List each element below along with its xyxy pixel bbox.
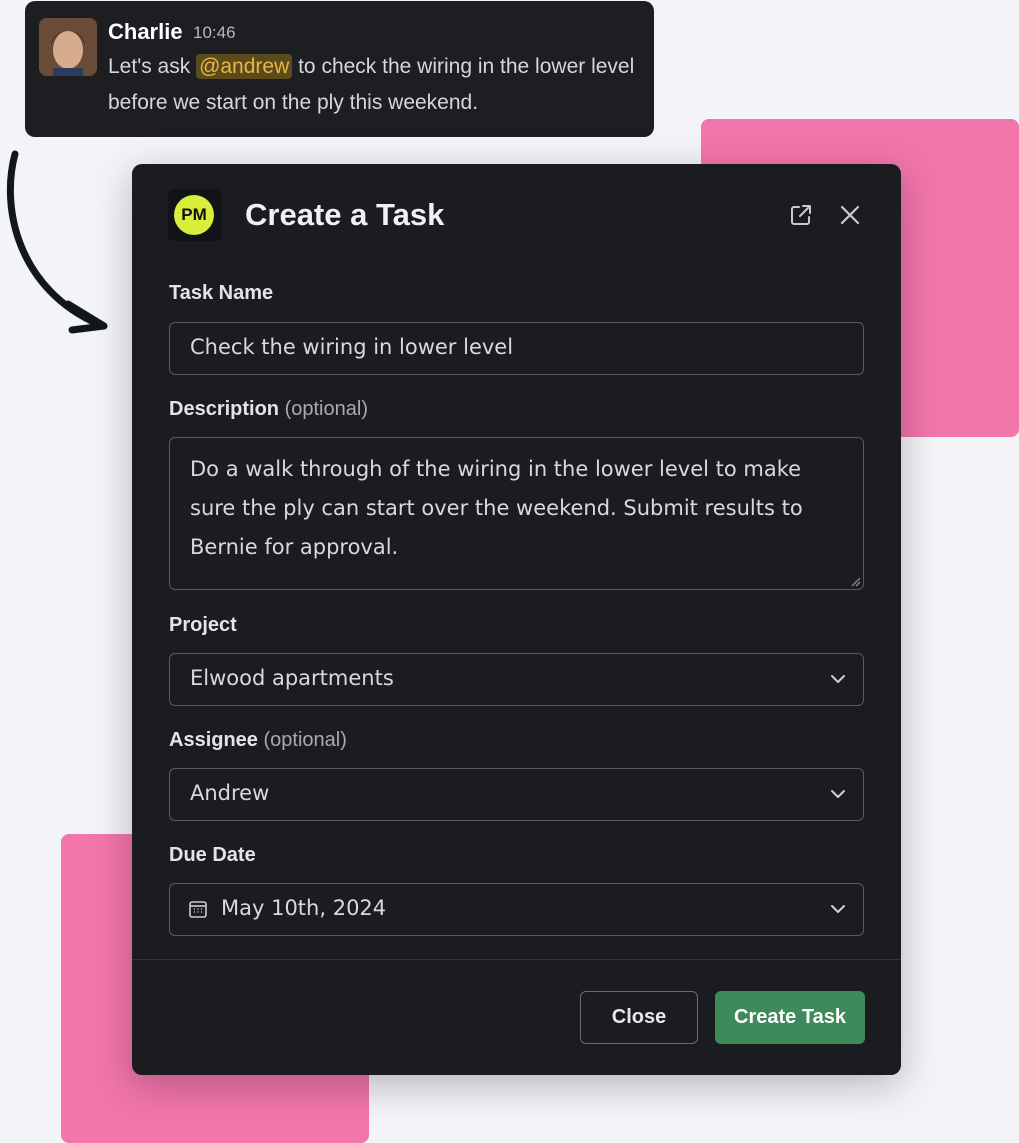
project-select[interactable]: Elwood apartments [169, 653, 864, 706]
message-author[interactable]: Charlie [108, 19, 183, 45]
curved-arrow-icon [6, 150, 108, 334]
task-name-value: Check the wiring in lower level [190, 335, 514, 359]
close-button[interactable]: Close [580, 991, 698, 1044]
assignee-value: Andrew [190, 781, 270, 805]
description-value: Do a walk through of the wiring in the l… [190, 457, 803, 559]
message-text: Let's ask @andrew to check the wiring in… [108, 49, 648, 121]
app-logo: PM [168, 189, 222, 241]
footer-divider [132, 959, 901, 960]
message-timestamp: 10:46 [193, 23, 236, 42]
due-date-picker[interactable]: May 10th, 2024 [169, 883, 864, 936]
due-date-label: Due Date [169, 844, 256, 866]
chevron-down-icon [831, 675, 845, 683]
calendar-icon [189, 901, 207, 918]
assignee-optional-hint: (optional) [263, 729, 347, 751]
description-optional-hint: (optional) [284, 398, 368, 420]
task-name-input[interactable]: Check the wiring in lower level [169, 322, 864, 375]
assignee-select[interactable]: Andrew [169, 768, 864, 821]
description-label-text: Description [169, 398, 280, 420]
assignee-label: Assignee (optional) [169, 729, 347, 752]
avatar-portrait-icon [39, 18, 97, 76]
app-logo-badge: PM [174, 195, 214, 235]
assignee-label-text: Assignee [169, 729, 258, 751]
project-label: Project [169, 614, 237, 636]
task-name-label: Task Name [169, 282, 274, 304]
external-link-icon[interactable] [788, 202, 814, 228]
chevron-down-icon [831, 790, 845, 798]
user-mention[interactable]: @andrew [196, 54, 293, 79]
due-date-value: May 10th, 2024 [221, 896, 387, 920]
resize-handle-icon[interactable] [849, 575, 861, 587]
description-label: Description (optional) [169, 398, 368, 421]
project-value: Elwood apartments [190, 666, 394, 690]
close-icon[interactable] [837, 202, 863, 228]
description-textarea[interactable]: Do a walk through of the wiring in the l… [169, 437, 864, 590]
avatar [39, 18, 97, 76]
create-task-modal: PM Create a Task Task Name Check the wir… [132, 164, 901, 1075]
chat-message: Charlie 10:46 Let's ask @andrew to check… [25, 1, 654, 137]
message-text-start: Let's ask [108, 55, 197, 78]
create-task-button[interactable]: Create Task [715, 991, 865, 1044]
modal-title: Create a Task [245, 197, 445, 232]
chevron-down-icon [831, 905, 845, 913]
